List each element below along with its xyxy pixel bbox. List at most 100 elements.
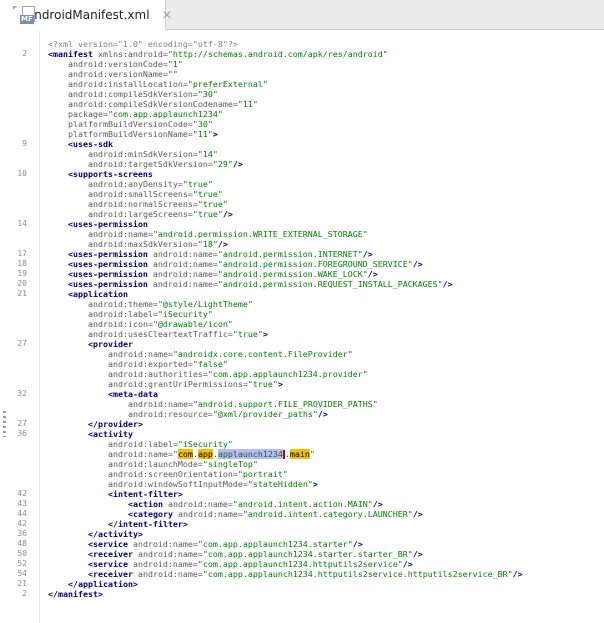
code-line[interactable]: 17 <uses-permission android:name="android… bbox=[0, 249, 604, 259]
code-token: android:launchMode= bbox=[108, 459, 203, 469]
code-line[interactable]: android:screenOrientation="portrait" bbox=[0, 469, 604, 479]
code-line[interactable]: 21 <application bbox=[0, 289, 604, 299]
code-token: android:authorities= bbox=[108, 369, 208, 379]
code-line[interactable]: <?xml version="1.0" encoding="utf-8"?> bbox=[0, 39, 604, 49]
code-token: "" bbox=[167, 69, 178, 79]
code-token: </intent-filter> bbox=[108, 519, 188, 529]
code-line[interactable]: platformBuildVersionName="11"> bbox=[0, 129, 604, 139]
code-token: android:name= bbox=[128, 399, 193, 409]
code-token: "true" bbox=[182, 179, 213, 189]
code-line[interactable]: 2 </manifest> bbox=[0, 589, 604, 599]
code-line[interactable]: android:name="com.app.applaunch1234 .main… bbox=[0, 449, 604, 459]
code-token: /> bbox=[412, 549, 423, 559]
code-token: android:name= bbox=[172, 509, 243, 519]
code-text: <uses-permission bbox=[68, 219, 148, 229]
code-line[interactable]: android:launchMode="singleTop" bbox=[0, 459, 604, 469]
line-number: 36 bbox=[17, 429, 27, 438]
code-token: "30" bbox=[192, 119, 213, 129]
code-text: <uses-permission android:name="android.p… bbox=[68, 279, 453, 289]
line-number: 50 bbox=[17, 549, 27, 558]
code-text: android:name="androidx.core.content.File… bbox=[108, 349, 353, 359]
code-line[interactable]: android:compileSdkVersionCodename="11" bbox=[0, 99, 604, 109]
code-line[interactable]: 21 </application> bbox=[0, 579, 604, 589]
tab-androidmanifest[interactable]: MF AndroidManifest.xml × bbox=[0, 0, 172, 30]
code-line[interactable]: android:smallScreens="true" bbox=[0, 189, 604, 199]
code-line[interactable]: android:windowSoftInputMode="stateHidden… bbox=[0, 479, 604, 489]
code-line[interactable]: 27 </provider> bbox=[0, 419, 604, 429]
code-token: "true" bbox=[247, 379, 278, 389]
line-number: 17 bbox=[17, 249, 27, 258]
code-text: <activity bbox=[88, 429, 133, 439]
code-line[interactable]: 48 <service android:name="com.app.applaun… bbox=[0, 539, 604, 549]
code-token: android:compileSdkVersionCodename= bbox=[68, 99, 238, 109]
code-token: "http://schemas.android.com/apk/res/andr… bbox=[167, 49, 388, 59]
code-line[interactable]: android:targetSdkVersion="29"/> bbox=[0, 159, 604, 169]
code-line[interactable]: 19 <uses-permission android:name="android… bbox=[0, 269, 604, 279]
code-line[interactable]: 44 <category android:name="android.intent… bbox=[0, 509, 604, 519]
code-line[interactable]: 10 <supports-screens bbox=[0, 169, 604, 179]
code-line[interactable]: 50 <receiver android:name="com.app.applau… bbox=[0, 549, 604, 559]
code-line[interactable]: 27 <provider bbox=[0, 339, 604, 349]
code-line[interactable]: 18 <uses-permission android:name="android… bbox=[0, 259, 604, 269]
code-editor[interactable]: <?xml version="1.0" encoding="utf-8"?> 2 <… bbox=[0, 31, 604, 623]
code-line[interactable]: android:largeScreens="true"/> bbox=[0, 209, 604, 219]
code-line[interactable]: 54 <receiver android:name="com.app.applau… bbox=[0, 569, 604, 579]
code-text: </activity> bbox=[88, 529, 143, 539]
code-line[interactable]: android:name="androidx.core.content.File… bbox=[0, 349, 604, 359]
code-line[interactable]: android:versionCode="1" bbox=[0, 59, 604, 69]
code-line[interactable]: android:name="android.support.FILE_PROVI… bbox=[0, 399, 604, 409]
code-line[interactable]: 36 <activity bbox=[0, 429, 604, 439]
code-token: /> bbox=[352, 539, 363, 549]
code-line[interactable]: 52 <service android:name="com.app.applaun… bbox=[0, 559, 604, 569]
code-text: android:versionName="" bbox=[68, 69, 178, 79]
code-line[interactable]: android:maxSdkVersion="18"/> bbox=[0, 239, 604, 249]
code-line[interactable]: android:icon="@drawable/icon" bbox=[0, 319, 604, 329]
code-line[interactable]: android:installLocation="preferExternal" bbox=[0, 79, 604, 89]
code-token: > bbox=[312, 479, 318, 489]
code-token: android:windowSoftInputMode= bbox=[108, 479, 248, 489]
code-token: <activity bbox=[88, 429, 133, 439]
code-text: <category android:name="android.intent.c… bbox=[128, 509, 423, 519]
code-line[interactable]: android:authorities="com.app.applaunch12… bbox=[0, 369, 604, 379]
code-line[interactable]: android:label="iSecurity" bbox=[0, 309, 604, 319]
code-token: "android.intent.category.LAUNCHER" bbox=[242, 509, 413, 519]
code-line[interactable]: 2 <manifest xmlns:android="http://schemas… bbox=[0, 49, 604, 59]
code-line[interactable]: 20 <uses-permission android:name="android… bbox=[0, 279, 604, 289]
code-text: android:usesCleartextTraffic="true"> bbox=[88, 329, 268, 339]
line-number: 2 bbox=[22, 589, 27, 598]
code-token: android:name= bbox=[147, 259, 218, 269]
code-token: /> bbox=[367, 269, 378, 279]
code-line[interactable]: android:exported="false" bbox=[0, 359, 604, 369]
code-line[interactable]: android:anyDensity="true" bbox=[0, 179, 604, 189]
code-line[interactable]: android:name="android.permission.WRITE_E… bbox=[0, 229, 604, 239]
line-number: 20 bbox=[17, 279, 27, 288]
code-line[interactable]: android:compileSdkVersion="30" bbox=[0, 89, 604, 99]
code-line[interactable]: platformBuildVersionCode="30" bbox=[0, 119, 604, 129]
code-line[interactable]: 42 </intent-filter> bbox=[0, 519, 604, 529]
code-line[interactable]: android:versionName="" bbox=[0, 69, 604, 79]
code-line[interactable]: android:normalScreens="true" bbox=[0, 199, 604, 209]
code-line[interactable]: 14 <uses-permission bbox=[0, 219, 604, 229]
code-line[interactable]: package="com.app.applaunch1234" bbox=[0, 109, 604, 119]
code-text: </intent-filter> bbox=[108, 519, 188, 529]
code-line[interactable]: android:theme="@style/LightTheme" bbox=[0, 299, 604, 309]
close-icon[interactable]: × bbox=[162, 8, 173, 23]
code-line[interactable]: 42 <intent-filter> bbox=[0, 489, 604, 499]
code-line[interactable]: android:resource="@xml/provider_paths"/> bbox=[0, 409, 604, 419]
code-line[interactable]: 32 <meta-data bbox=[0, 389, 604, 399]
code-token: /> bbox=[402, 559, 413, 569]
code-token: android:targetSdkVersion= bbox=[88, 159, 213, 169]
code-line[interactable]: android:label="iSecurity" bbox=[0, 439, 604, 449]
code-line[interactable]: android:grantUriPermissions="true"> bbox=[0, 379, 604, 389]
code-token: "com.app.applaunch1234.starter.starter_B… bbox=[202, 549, 413, 559]
file-type-badge: MF bbox=[20, 15, 34, 24]
code-area[interactable]: <?xml version="1.0" encoding="utf-8"?> 2 <… bbox=[0, 39, 604, 599]
code-token: android:name= bbox=[147, 269, 218, 279]
code-line[interactable]: 43 <action android:name="android.intent.a… bbox=[0, 499, 604, 509]
code-line[interactable]: android:usesCleartextTraffic="true"> bbox=[0, 329, 604, 339]
code-token: /> bbox=[222, 209, 233, 219]
code-line[interactable]: 9 <uses-sdk bbox=[0, 139, 604, 149]
code-line[interactable]: android:minSdkVersion="14" bbox=[0, 149, 604, 159]
code-token: "true" bbox=[197, 199, 228, 209]
code-line[interactable]: 36 </activity> bbox=[0, 529, 604, 539]
